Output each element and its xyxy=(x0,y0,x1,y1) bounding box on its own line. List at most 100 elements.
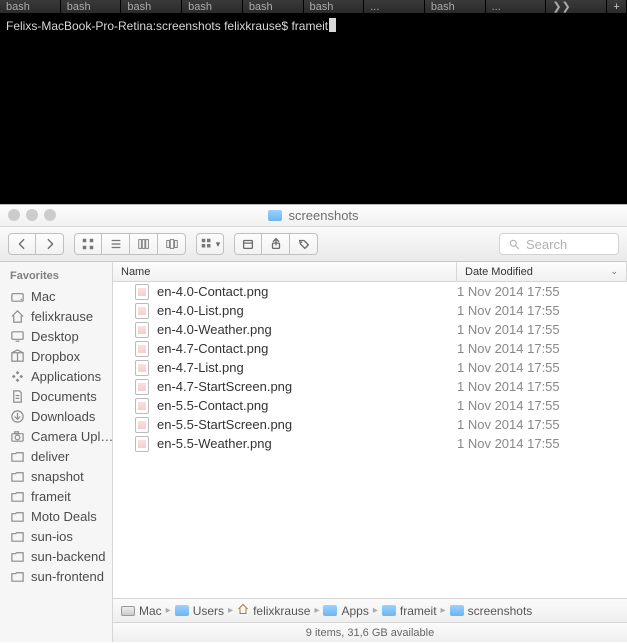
desktop-icon xyxy=(10,329,25,344)
zoom-icon[interactable] xyxy=(44,209,56,221)
sidebar-item-deliver[interactable]: deliver xyxy=(0,446,112,466)
terminal-tab[interactable]: bash xyxy=(61,0,122,13)
file-date: 1 Nov 2014 17:55 xyxy=(457,379,627,394)
view-icons-button[interactable] xyxy=(74,233,102,255)
file-row[interactable]: en-4.7-StartScreen.png 1 Nov 2014 17:55 xyxy=(113,377,627,396)
sidebar-item-label: Moto Deals xyxy=(31,509,97,524)
sidebar-item-desktop[interactable]: Desktop xyxy=(0,326,112,346)
path-segment-users[interactable]: Users xyxy=(175,604,224,618)
chevron-right-icon: ▸ xyxy=(314,605,319,616)
search-icon xyxy=(508,238,520,250)
terminal-tab-bar: bashbashbashbashbashbash...bash...❯❯+ xyxy=(0,0,627,14)
terminal-tab[interactable]: bash xyxy=(182,0,243,13)
path-segment-frameit[interactable]: frameit xyxy=(382,604,437,618)
file-name: en-4.7-StartScreen.png xyxy=(157,379,292,394)
chevron-right-icon: ▸ xyxy=(228,605,233,616)
file-row[interactable]: en-5.5-Weather.png1 Nov 2014 17:55 xyxy=(113,434,627,453)
sidebar-item-moto-deals[interactable]: Moto Deals xyxy=(0,506,112,526)
sidebar-item-sun-frontend[interactable]: sun-frontend xyxy=(0,566,112,586)
terminal-tab[interactable]: bash xyxy=(243,0,304,13)
file-row[interactable]: en-4.0-Contact.png1 Nov 2014 17:55 xyxy=(113,282,627,301)
chevron-down-icon: ▾ xyxy=(216,239,221,250)
sidebar-item-applications[interactable]: Applications xyxy=(0,366,112,386)
window-traffic-lights[interactable] xyxy=(8,209,56,221)
file-row[interactable]: en-5.5-Contact.png 1 Nov 2014 17:55 xyxy=(113,396,627,415)
path-label: felixkrause xyxy=(253,604,310,618)
terminal-tab[interactable]: ... xyxy=(486,0,547,13)
view-coverflow-button[interactable] xyxy=(158,233,186,255)
window-titlebar[interactable]: screenshots xyxy=(0,205,627,227)
terminal-tab[interactable]: bash xyxy=(0,0,61,13)
folder-icon xyxy=(10,469,25,484)
sidebar-item-documents[interactable]: Documents xyxy=(0,386,112,406)
path-segment-screenshots[interactable]: screenshots xyxy=(450,604,533,618)
file-name: en-5.5-Contact.png xyxy=(157,398,268,413)
image-file-icon xyxy=(135,284,149,300)
sidebar-item-camera-upl-[interactable]: Camera Upl… xyxy=(0,426,112,446)
path-label: Apps xyxy=(341,604,368,618)
file-name: en-4.0-List.png xyxy=(157,303,244,318)
path-segment-felixkrause[interactable]: felixkrause xyxy=(237,603,310,618)
image-file-icon xyxy=(135,398,149,414)
terminal-tab[interactable]: bash xyxy=(304,0,365,13)
file-row[interactable]: en-4.0-Weather.png 1 Nov 2014 17:55 xyxy=(113,320,627,339)
file-row[interactable]: en-4.7-Contact.png1 Nov 2014 17:55 xyxy=(113,339,627,358)
column-header-row: Name Date Modified⌄ xyxy=(113,262,627,282)
image-file-icon xyxy=(135,379,149,395)
terminal-pane[interactable]: Felixs-MacBook-Pro-Retina:screenshots fe… xyxy=(0,14,627,204)
path-bar: Mac▸Users▸felixkrause▸Apps▸frameit▸scree… xyxy=(113,598,627,622)
sidebar-item-sun-ios[interactable]: sun-ios xyxy=(0,526,112,546)
sidebar-item-downloads[interactable]: Downloads xyxy=(0,406,112,426)
sidebar-item-label: deliver xyxy=(31,449,69,464)
terminal-tab[interactable]: bash xyxy=(425,0,486,13)
sidebar-item-label: Documents xyxy=(31,389,97,404)
column-header-name[interactable]: Name xyxy=(113,262,457,281)
image-file-icon xyxy=(135,436,149,452)
file-row[interactable]: en-4.7-List.png1 Nov 2014 17:55 xyxy=(113,358,627,377)
back-button[interactable] xyxy=(8,233,36,255)
view-columns-button[interactable] xyxy=(130,233,158,255)
sidebar-item-mac[interactable]: Mac xyxy=(0,286,112,306)
column-header-date[interactable]: Date Modified⌄ xyxy=(457,262,627,281)
folder-icon xyxy=(323,605,337,616)
minimize-icon[interactable] xyxy=(26,209,38,221)
sidebar-item-frameit[interactable]: frameit xyxy=(0,486,112,506)
computer-icon xyxy=(121,606,135,616)
arrange-button[interactable]: ▾ xyxy=(196,233,224,255)
share-button[interactable] xyxy=(262,233,290,255)
file-row[interactable]: en-4.0-List.png1 Nov 2014 17:55 xyxy=(113,301,627,320)
home-icon xyxy=(237,603,249,618)
search-field[interactable]: Search xyxy=(499,233,619,255)
image-file-icon xyxy=(135,322,149,338)
folder-icon xyxy=(450,605,464,616)
image-file-icon xyxy=(135,360,149,376)
folder-icon xyxy=(10,549,25,564)
close-icon[interactable] xyxy=(8,209,20,221)
file-row[interactable]: en-5.5-StartScreen.png1 Nov 2014 17:55 xyxy=(113,415,627,434)
sidebar-item-sun-backend[interactable]: sun-backend xyxy=(0,546,112,566)
image-file-icon xyxy=(135,303,149,319)
tags-button[interactable] xyxy=(290,233,318,255)
path-segment-apps[interactable]: Apps xyxy=(323,604,368,618)
file-date: 1 Nov 2014 17:55 xyxy=(457,436,627,451)
view-list-button[interactable] xyxy=(102,233,130,255)
disk-icon xyxy=(10,289,25,304)
path-segment-mac[interactable]: Mac xyxy=(121,604,162,618)
file-name: en-4.0-Weather.png xyxy=(157,322,272,337)
window-title: screenshots xyxy=(288,208,358,223)
file-date: 1 Nov 2014 17:55 xyxy=(457,398,627,413)
sidebar-item-snapshot[interactable]: snapshot xyxy=(0,466,112,486)
file-date: 1 Nov 2014 17:55 xyxy=(457,322,627,337)
sidebar-item-label: felixkrause xyxy=(31,309,93,324)
forward-button[interactable] xyxy=(36,233,64,255)
sidebar-item-dropbox[interactable]: Dropbox xyxy=(0,346,112,366)
sidebar-item-felixkrause[interactable]: felixkrause xyxy=(0,306,112,326)
image-file-icon xyxy=(135,341,149,357)
folder-icon xyxy=(175,605,189,616)
sidebar-item-label: sun-backend xyxy=(31,549,105,564)
terminal-tab[interactable]: bash xyxy=(121,0,182,13)
terminal-tab[interactable]: ... xyxy=(364,0,425,13)
new-tab-button[interactable]: + xyxy=(607,0,627,13)
terminal-tab[interactable]: ❯❯ xyxy=(546,0,607,13)
action-button[interactable] xyxy=(234,233,262,255)
